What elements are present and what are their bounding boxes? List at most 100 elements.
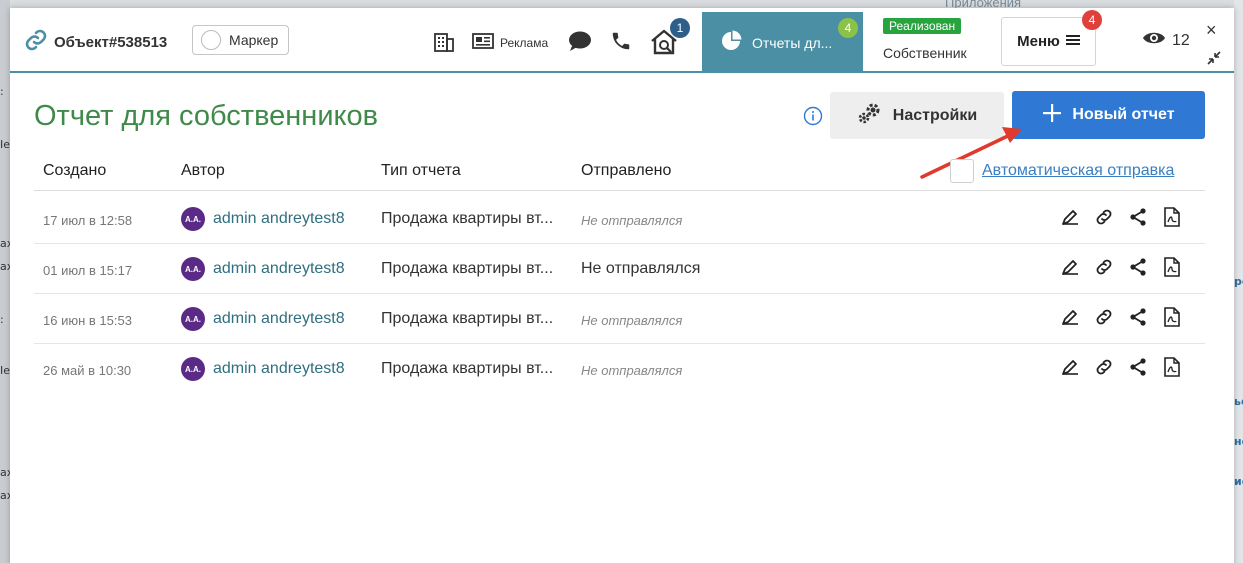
chat-icon[interactable] [568,30,592,57]
column-created: Создано [43,162,107,179]
gears-icon [857,101,883,130]
menu-label: Меню [1017,33,1060,50]
views-count: 12 [1172,31,1190,49]
close-icon[interactable]: × [1206,20,1217,41]
marker-circle-icon [201,30,221,50]
row-actions [1060,307,1182,327]
pdf-icon[interactable] [1162,257,1182,277]
row-date: 16 июн в 15:53 [43,313,132,328]
table-row: 26 май в 10:30 A.A. admin andreytest8 Пр… [34,344,1205,394]
share-icon[interactable] [1128,307,1148,327]
auto-send-checkbox[interactable] [950,159,974,183]
link-icon[interactable] [1094,357,1114,377]
column-author: Автор [181,162,225,179]
row-sent: Не отправлялся [581,213,683,228]
row-author-name: admin andreytest8 [213,360,345,377]
tab-owner-reports-label: Отчеты дл... [752,34,833,51]
pencil-icon[interactable] [1060,357,1080,377]
row-sent: Не отправлялся [581,260,701,277]
pdf-icon[interactable] [1162,307,1182,327]
owner-tab[interactable]: Собственник [883,45,967,61]
row-type: Продажа квартиры вт... [381,260,554,277]
table-row: 01 июл в 15:17 A.A. admin andreytest8 Пр… [34,244,1205,294]
bg-fragment: : [0,313,4,326]
bg-fragment: : [0,85,4,98]
phone-icon[interactable] [610,30,632,57]
table-row: 16 июн в 15:53 A.A. admin andreytest8 Пр… [34,294,1205,344]
row-author[interactable]: A.A. admin andreytest8 [181,207,345,231]
views-counter: 12 [1142,30,1190,51]
row-author[interactable]: A.A. admin andreytest8 [181,257,345,281]
tab-owner-reports[interactable]: Отчеты дл... [702,12,863,73]
plus-icon [1042,103,1062,128]
pdf-icon[interactable] [1162,357,1182,377]
row-date: 01 июл в 15:17 [43,263,133,278]
link-icon[interactable] [1094,307,1114,327]
auto-send-link[interactable]: Автоматическая отправка [982,162,1174,180]
row-author[interactable]: A.A. admin andreytest8 [181,307,345,331]
pencil-icon[interactable] [1060,307,1080,327]
pencil-icon[interactable] [1060,257,1080,277]
newspaper-icon [472,32,494,53]
table-header: Создано Автор Тип отчета Отправлено Авто… [34,158,1205,191]
avatar: A.A. [181,307,205,331]
row-actions [1060,207,1182,227]
bg-fragment: po [1234,275,1243,288]
advertising-tab[interactable]: Реклама [472,32,548,53]
link-icon[interactable] [1094,207,1114,227]
new-report-button[interactable]: Новый отчет [1012,91,1205,139]
building-icon[interactable] [432,30,456,59]
settings-label: Настройки [892,106,978,124]
avatar: A.A. [181,207,205,231]
row-actions [1060,257,1182,277]
hamburger-icon [1065,33,1080,50]
link-icon[interactable] [1094,257,1114,277]
column-type: Тип отчета [381,162,461,179]
reports-count-badge: 4 [838,18,858,38]
row-author[interactable]: A.A. admin andreytest8 [181,357,345,381]
menu-badge: 4 [1082,10,1102,30]
bg-fragment: Ie [0,138,11,151]
row-date: 17 июл в 12:58 [43,213,133,228]
modal-header: Объект#538513 Маркер Реклама 1 Отчеты дл… [10,8,1234,73]
row-date: 26 май в 10:30 [43,363,132,378]
row-sent: Не отправлялся [581,313,683,328]
pdf-icon[interactable] [1162,207,1182,227]
row-type: Продажа квартиры вт... [381,310,554,327]
share-icon[interactable] [1128,207,1148,227]
bg-fragment: ье [1234,395,1243,408]
bg-fragment: не [1234,435,1243,448]
new-report-label: Новый отчет [1072,106,1175,123]
status-badge: Реализован [883,18,962,34]
notification-badge: 1 [670,18,690,38]
row-type: Продажа квартиры вт... [381,360,554,377]
menu-button[interactable]: Меню [1001,17,1096,66]
advertising-label: Реклама [500,35,549,50]
avatar: A.A. [181,357,205,381]
row-type: Продажа квартиры вт... [381,210,554,227]
avatar: A.A. [181,257,205,281]
object-title[interactable]: Объект#538513 [24,28,167,56]
marker-label: Маркер [229,32,279,48]
row-author-name: admin andreytest8 [213,210,345,227]
share-icon[interactable] [1128,257,1148,277]
eye-icon [1142,30,1166,51]
row-author-name: admin andreytest8 [213,310,345,327]
info-icon[interactable] [803,106,823,131]
link-icon [24,28,48,56]
bg-fragment: ие [1234,475,1243,488]
page-title: Отчет для собственников [34,100,379,132]
marker-toggle[interactable]: Маркер [192,25,289,55]
pencil-icon[interactable] [1060,207,1080,227]
collapse-icon[interactable] [1206,50,1222,71]
share-icon[interactable] [1128,357,1148,377]
row-author-name: admin andreytest8 [213,260,345,277]
row-sent: Не отправлялся [581,363,683,378]
auto-send-toggle: Автоматическая отправка [950,159,1174,183]
pie-chart-icon [720,30,742,55]
bg-fragment: Ie [0,364,11,377]
report-modal: Объект#538513 Маркер Реклама 1 Отчеты дл… [10,8,1234,563]
table-row: 17 июл в 12:58 A.A. admin andreytest8 Пр… [34,194,1205,244]
object-title-text: Объект#538513 [54,33,168,51]
row-actions [1060,357,1182,377]
